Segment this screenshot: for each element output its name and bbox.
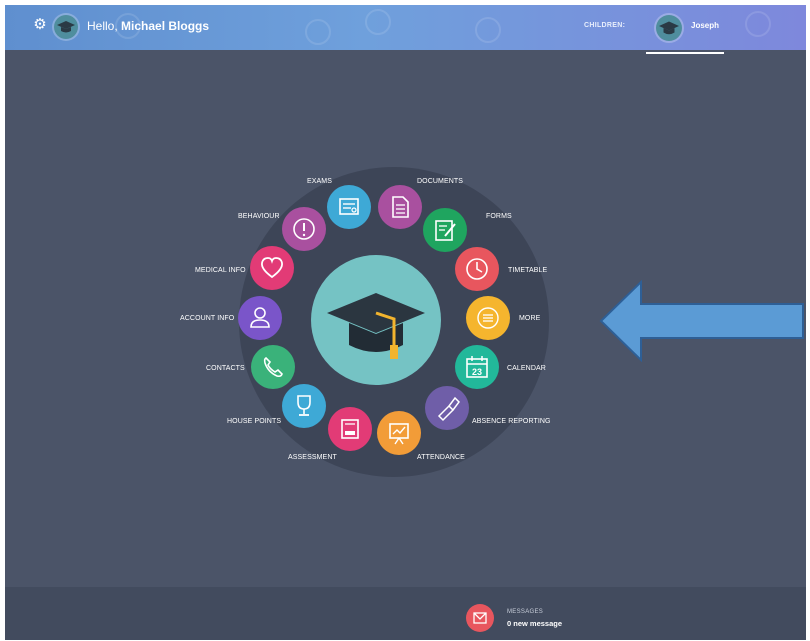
menu-item-account-info[interactable] xyxy=(238,296,282,340)
menu-label-house-points: HOUSE POINTS xyxy=(227,418,282,425)
menu-item-timetable[interactable] xyxy=(455,247,499,291)
user-icon xyxy=(250,307,270,328)
menu-label-exams: EXAMS xyxy=(307,178,333,185)
menu-label-calendar: CALENDAR xyxy=(507,365,546,372)
menu-label-forms: FORMS xyxy=(486,213,512,220)
footer-bar xyxy=(5,587,806,640)
messages-label: MESSAGES xyxy=(507,609,544,615)
document-icon xyxy=(392,196,409,218)
app-frame: ⚙ Hello, Michael Bloggs CHILDREN: Joseph xyxy=(5,5,806,640)
menu-item-calendar[interactable]: 23 xyxy=(455,345,499,389)
phone-icon xyxy=(263,357,283,378)
menu-item-assessment[interactable] xyxy=(328,407,372,451)
menu-item-more[interactable] xyxy=(466,296,510,340)
graduation-cap-icon xyxy=(659,21,679,35)
menu-item-behaviour[interactable] xyxy=(282,207,326,251)
certificate-icon xyxy=(339,198,359,215)
background-doodle xyxy=(305,19,331,45)
menu-label-documents: DOCUMENTS xyxy=(417,178,464,185)
menu-label-behaviour: BEHAVIOUR xyxy=(238,213,280,220)
alert-icon xyxy=(293,218,315,240)
graduation-cap-icon xyxy=(327,293,425,359)
menu-item-exams[interactable] xyxy=(327,185,371,229)
chart-board-icon xyxy=(389,423,409,445)
notebook-icon xyxy=(341,419,359,439)
menu-item-absence-reporting[interactable] xyxy=(425,386,469,430)
flashlight-icon xyxy=(437,396,460,422)
calendar-day-text: 23 xyxy=(472,367,482,377)
background-doodle xyxy=(365,9,391,35)
greeting-text: Hello, Michael Bloggs xyxy=(87,19,209,33)
menu-label-medical-info: MEDICAL INFO xyxy=(195,267,246,274)
menu-item-documents[interactable] xyxy=(378,185,422,229)
user-name: Michael Bloggs xyxy=(121,19,210,33)
menu-label-account-info: ACCOUNT INFO xyxy=(180,315,235,322)
messages-count: 0 new message xyxy=(507,619,563,628)
graduation-cap-icon xyxy=(57,21,75,33)
menu-item-contacts[interactable] xyxy=(251,345,295,389)
menu-item-medical-info[interactable] xyxy=(250,246,294,290)
header-bar: ⚙ Hello, Michael Bloggs CHILDREN: Joseph xyxy=(5,5,806,54)
menu-label-assessment: ASSESSMENT xyxy=(288,454,337,461)
background-doodle xyxy=(745,11,771,37)
menu-item-attendance[interactable] xyxy=(377,411,421,455)
user-avatar[interactable] xyxy=(54,15,78,39)
child-tab-joseph[interactable]: Joseph xyxy=(646,8,724,54)
center-logo xyxy=(311,255,441,385)
pointer-arrow xyxy=(599,280,804,362)
menu-label-timetable: TIMETABLE xyxy=(508,267,548,274)
clock-icon xyxy=(466,258,488,280)
child-name: Joseph xyxy=(691,21,720,30)
child-avatar xyxy=(656,15,682,41)
envelope-icon xyxy=(473,612,487,624)
background-doodle xyxy=(475,17,501,43)
settings-gear-icon[interactable]: ⚙ xyxy=(32,17,48,33)
menu-label-attendance: ATTENDANCE xyxy=(417,454,465,461)
menu-item-forms[interactable] xyxy=(423,208,467,252)
children-label: CHILDREN: xyxy=(584,22,626,29)
form-edit-icon xyxy=(435,220,456,241)
heart-icon xyxy=(261,257,283,279)
more-icon xyxy=(477,307,499,329)
calendar-icon: 23 xyxy=(466,356,488,378)
menu-label-more: MORE xyxy=(519,315,541,322)
messages-button[interactable] xyxy=(466,604,494,632)
menu-label-absence-reporting: ABSENCE REPORTING xyxy=(472,418,551,425)
menu-item-house-points[interactable] xyxy=(282,384,326,428)
greeting-prefix: Hello, xyxy=(87,19,118,33)
trophy-icon xyxy=(297,395,311,416)
menu-label-contacts: CONTACTS xyxy=(206,365,245,372)
